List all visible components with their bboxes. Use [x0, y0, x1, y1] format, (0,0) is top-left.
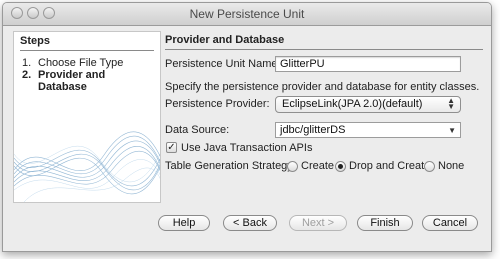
chevron-down-icon[interactable]: ▼	[448, 124, 456, 138]
section-divider	[165, 49, 483, 50]
datasource-value: jdbc/glitterDS	[280, 124, 346, 136]
next-button[interactable]: Next >	[289, 215, 347, 231]
select-arrows-icon: ▲ ▼	[447, 96, 455, 111]
strategy-create-radio[interactable]	[287, 161, 298, 172]
cancel-button[interactable]: Cancel	[422, 215, 478, 231]
steps-panel: Steps 1. Choose File Type 2. Provider and …	[13, 31, 161, 203]
finish-button[interactable]: Finish	[357, 215, 413, 231]
check-icon: ✓	[167, 142, 176, 153]
help-button[interactable]: Help	[158, 215, 210, 231]
back-button[interactable]: < Back	[223, 215, 277, 231]
description-text: Specify the persistence provider and dat…	[165, 81, 480, 93]
steps-heading: Steps	[20, 35, 50, 47]
provider-select-value: EclipseLink(JPA 2.0)(default)	[282, 98, 423, 110]
step-label: Provider and Database	[38, 69, 106, 93]
section-heading: Provider and Database	[165, 34, 285, 46]
unit-name-field[interactable]: GlitterPU	[275, 56, 461, 72]
strategy-drop-and-create-radio[interactable]	[335, 161, 346, 172]
datasource-label: Data Source:	[165, 124, 230, 136]
unit-name-label: Persistence Unit Name:	[165, 58, 281, 70]
steps-divider	[20, 50, 154, 51]
strategy-label: Table Generation Strategy:	[165, 160, 296, 172]
datasource-combo[interactable]: jdbc/glitterDS ▼	[275, 122, 461, 138]
strategy-none-radio[interactable]	[424, 161, 435, 172]
strategy-drop-and-create-label: Drop and Create	[349, 160, 431, 172]
strategy-none-label: None	[438, 160, 465, 172]
provider-select[interactable]: EclipseLink(JPA 2.0)(default) ▲ ▼	[275, 96, 461, 113]
use-jta-label: Use Java Transaction APIs	[181, 142, 313, 154]
step-number: 2.	[22, 69, 32, 81]
new-persistence-unit-dialog: New Persistence Unit Steps 1. Choose File…	[2, 2, 492, 252]
decorative-wave-graphic	[14, 131, 160, 202]
step-number: 1.	[22, 57, 32, 69]
step-provider-and-database: 2. Provider and Database	[22, 69, 108, 93]
use-jta-checkbox[interactable]: ✓	[166, 142, 177, 153]
provider-label: Persistence Provider:	[165, 98, 270, 110]
strategy-create-label: Create	[301, 160, 335, 172]
step-label: Choose File Type	[38, 57, 124, 69]
title-bar[interactable]: New Persistence Unit	[3, 3, 491, 26]
window-title: New Persistence Unit	[189, 7, 305, 21]
step-choose-file-type: 1. Choose File Type	[22, 57, 150, 69]
